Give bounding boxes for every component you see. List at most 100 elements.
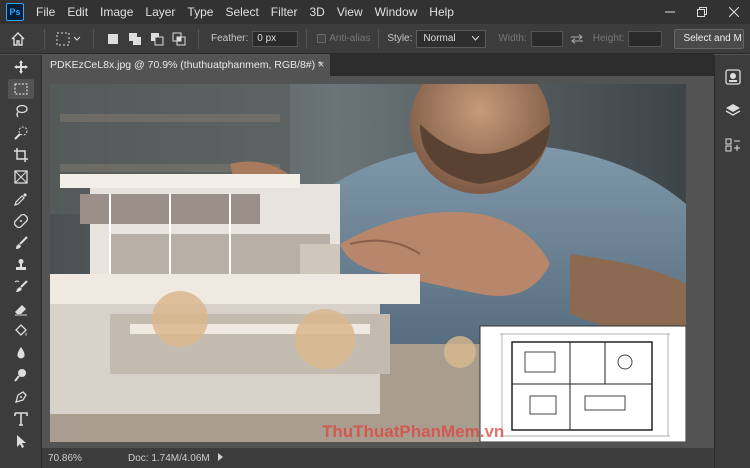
blur-tool[interactable] (8, 343, 34, 363)
eyedropper-tool[interactable] (8, 189, 34, 209)
eraser-tool[interactable] (8, 299, 34, 319)
path-selection-icon (17, 435, 26, 448)
home-icon (11, 31, 25, 46)
healing-brush-tool[interactable] (8, 211, 34, 231)
menu-image[interactable]: Image (94, 0, 139, 24)
layers-icon (725, 104, 741, 116)
properties-panel-button[interactable] (721, 65, 745, 89)
document-tab[interactable]: PDKEzCeL8x.jpg @ 70.9% (thuthuatphanmem,… (42, 54, 330, 76)
add-selection-icon (129, 32, 141, 45)
intersect-selection-button[interactable] (168, 28, 190, 50)
close-window-button[interactable] (718, 0, 750, 24)
style-label: Style: (387, 33, 413, 44)
history-icon (725, 138, 740, 152)
menu-edit[interactable]: Edit (61, 0, 94, 24)
blur-drop-icon (17, 347, 25, 359)
architecture-model-photo (50, 84, 686, 442)
style-select[interactable]: Normal (416, 29, 487, 48)
dodge-icon (14, 369, 26, 382)
path-selection-tool[interactable] (8, 431, 34, 451)
checkbox-icon (316, 34, 326, 43)
close-document-icon[interactable]: × (318, 54, 324, 76)
panel-dock (714, 55, 750, 468)
restore-button[interactable] (686, 0, 718, 24)
intersect-selection-icon (172, 32, 186, 45)
separator (378, 28, 380, 49)
clone-stamp-tool[interactable] (8, 255, 34, 275)
separator (93, 28, 94, 49)
width-input[interactable] (530, 30, 563, 47)
add-to-selection-button[interactable] (124, 28, 146, 50)
new-selection-button[interactable] (102, 28, 124, 50)
paint-bucket-tool[interactable] (8, 321, 34, 341)
eyedropper-icon (14, 193, 27, 206)
feather-input[interactable]: 0 px (252, 30, 299, 47)
menu-window[interactable]: Window (369, 0, 424, 24)
quick-selection-icon (14, 126, 28, 140)
brush-tool[interactable] (8, 233, 34, 253)
menu-file[interactable]: File (30, 0, 61, 24)
options-bar: Feather: 0 px Anti-alias Style: Normal W… (0, 24, 750, 54)
pen-tool[interactable] (8, 387, 34, 407)
history-panel-button[interactable] (721, 133, 745, 157)
pen-icon (15, 391, 27, 403)
layers-panel-button[interactable] (721, 99, 745, 123)
width-label: Width: (498, 33, 527, 44)
chevron-down-icon (472, 36, 480, 41)
home-button[interactable] (0, 28, 36, 50)
select-and-mask-button[interactable]: Select and M (674, 28, 745, 49)
close-icon (729, 7, 739, 17)
stamp-icon (16, 259, 26, 270)
canvas-area[interactable]: ThuThuatPhanMem.vn (42, 76, 714, 448)
tool-preset-picker[interactable] (53, 28, 85, 50)
subtract-from-selection-button[interactable] (146, 28, 168, 50)
restore-icon (697, 7, 707, 17)
marquee-preset-icon (56, 32, 81, 45)
crop-tool[interactable] (8, 145, 34, 165)
minimize-icon (665, 11, 675, 13)
menu-view[interactable]: View (331, 0, 369, 24)
window-controls (654, 0, 750, 24)
watermark: ThuThuatPhanMem.vn (322, 422, 505, 441)
menu-bar: Ps File Edit Image Layer Type Select Fil… (0, 0, 750, 24)
chevron-right-icon (217, 452, 223, 461)
separator (44, 28, 45, 49)
subtract-selection-icon (151, 32, 164, 45)
antialias-label: Anti-alias (329, 33, 371, 44)
document-tab-bar: PDKEzCeL8x.jpg @ 70.9% (thuthuatphanmem,… (42, 54, 714, 76)
document-size-info[interactable]: Doc: 1.74M/4.06M (128, 453, 210, 464)
menu-filter[interactable]: Filter (265, 0, 304, 24)
lasso-icon (16, 104, 28, 118)
swap-dimensions-button[interactable] (563, 28, 591, 50)
menu-3d[interactable]: 3D (303, 0, 330, 24)
new-selection-icon (108, 33, 118, 44)
paint-bucket-icon (15, 324, 27, 336)
status-menu-arrow[interactable] (217, 452, 224, 464)
history-brush-tool[interactable] (8, 277, 34, 297)
rectangular-marquee-tool[interactable] (8, 79, 34, 99)
type-tool[interactable] (8, 409, 34, 429)
document-image: ThuThuatPhanMem.vn (50, 84, 686, 442)
lasso-tool[interactable] (8, 101, 34, 121)
antialias-checkbox[interactable] (315, 28, 327, 50)
menu-help[interactable]: Help (423, 0, 460, 24)
dodge-tool[interactable] (8, 365, 34, 385)
move-tool[interactable] (8, 57, 34, 77)
feather-label: Feather: (211, 33, 249, 44)
marquee-icon (14, 83, 28, 95)
history-brush-icon (14, 280, 28, 292)
menu-select[interactable]: Select (219, 0, 264, 24)
frame-tool[interactable] (8, 167, 34, 187)
minimize-button[interactable] (654, 0, 686, 24)
height-input[interactable] (628, 30, 663, 47)
photoshop-logo[interactable]: Ps (6, 3, 24, 21)
menu-layer[interactable]: Layer (139, 0, 181, 24)
separator (198, 28, 199, 49)
height-label: Height: (592, 33, 625, 44)
move-icon (14, 60, 28, 74)
separator (306, 28, 308, 49)
menu-type[interactable]: Type (181, 0, 219, 24)
zoom-level[interactable]: 70.86% (48, 453, 108, 464)
quick-selection-tool[interactable] (8, 123, 34, 143)
frame-icon (14, 170, 28, 184)
